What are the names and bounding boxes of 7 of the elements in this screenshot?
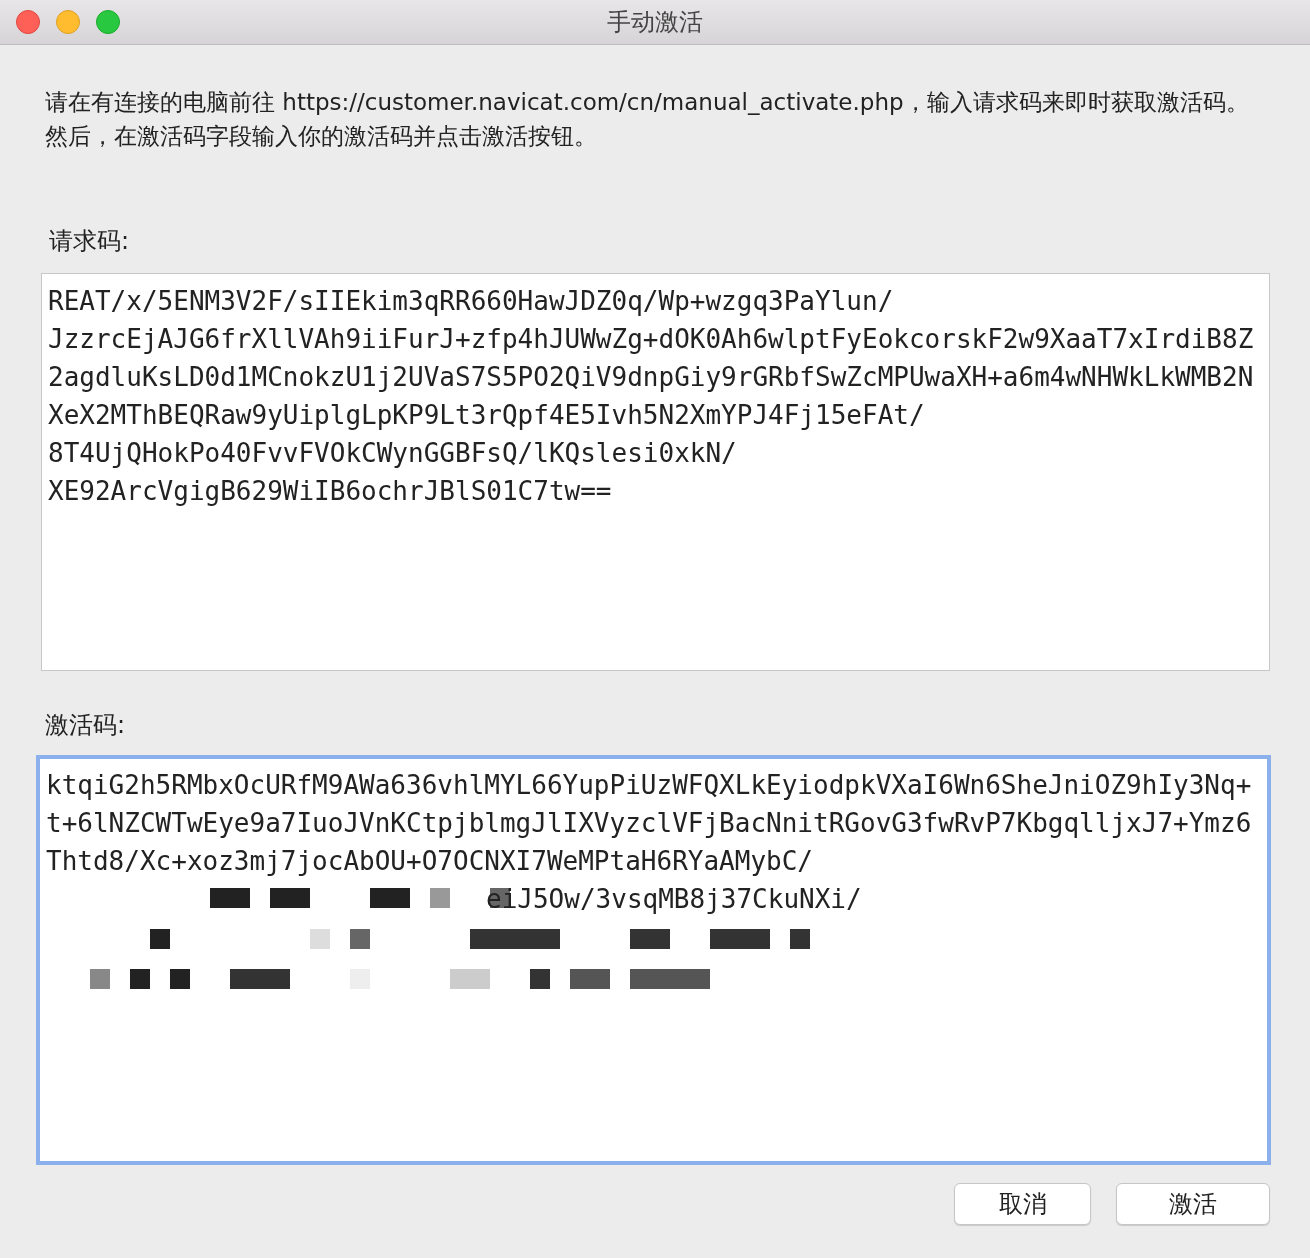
field-label: 请求码:: [49, 226, 131, 257]
cancel-button[interactable]: 取消: [954, 1183, 1091, 1225]
activate-button[interactable]: 激活: [1116, 1183, 1270, 1225]
instructions-text: 请在有连接的电脑前往 https://customer.navicat.com/cn/manual_activate.php，输入请求码来即时获取激活码。然后，在激活码字段输入你的激活码并点击激活按钮。: [45, 88, 1250, 151]
window-title: 手动激活: [607, 7, 703, 38]
field-label: 激活码:: [45, 710, 127, 741]
request-code-field[interactable]: REAT/x/5ENM3V2F/sIIEkim3qRR660HawJDZ0q/Wp+wzgq3PaYlun/ JzzrcEjAJG6frXllVAh9iiFurJ+zfp4hJUWwZg+dOK0Ah6wlptFyEokcorskF2w9XaaT7xIrdiB8Z 2agdluKsLD0d1MCnokzU1j2UVaS7S5PO2QiV9dnpGiy9rGRbfSwZcMPUwaXH+a6m4wNHWkLkWMB2N XeX2MThBEQRaw9yUiplgLpKP9Lt3rQpf4E5Ivh5N2XmYPJ4Fj15eFAt/ 8T4UjQHokPo40FvvFVOkCWynGGBFsQ/lKQslesi0xkN/ XE92ArcVgigB629WiIB6ochrJBlS01C7tw==: [41, 273, 1270, 671]
